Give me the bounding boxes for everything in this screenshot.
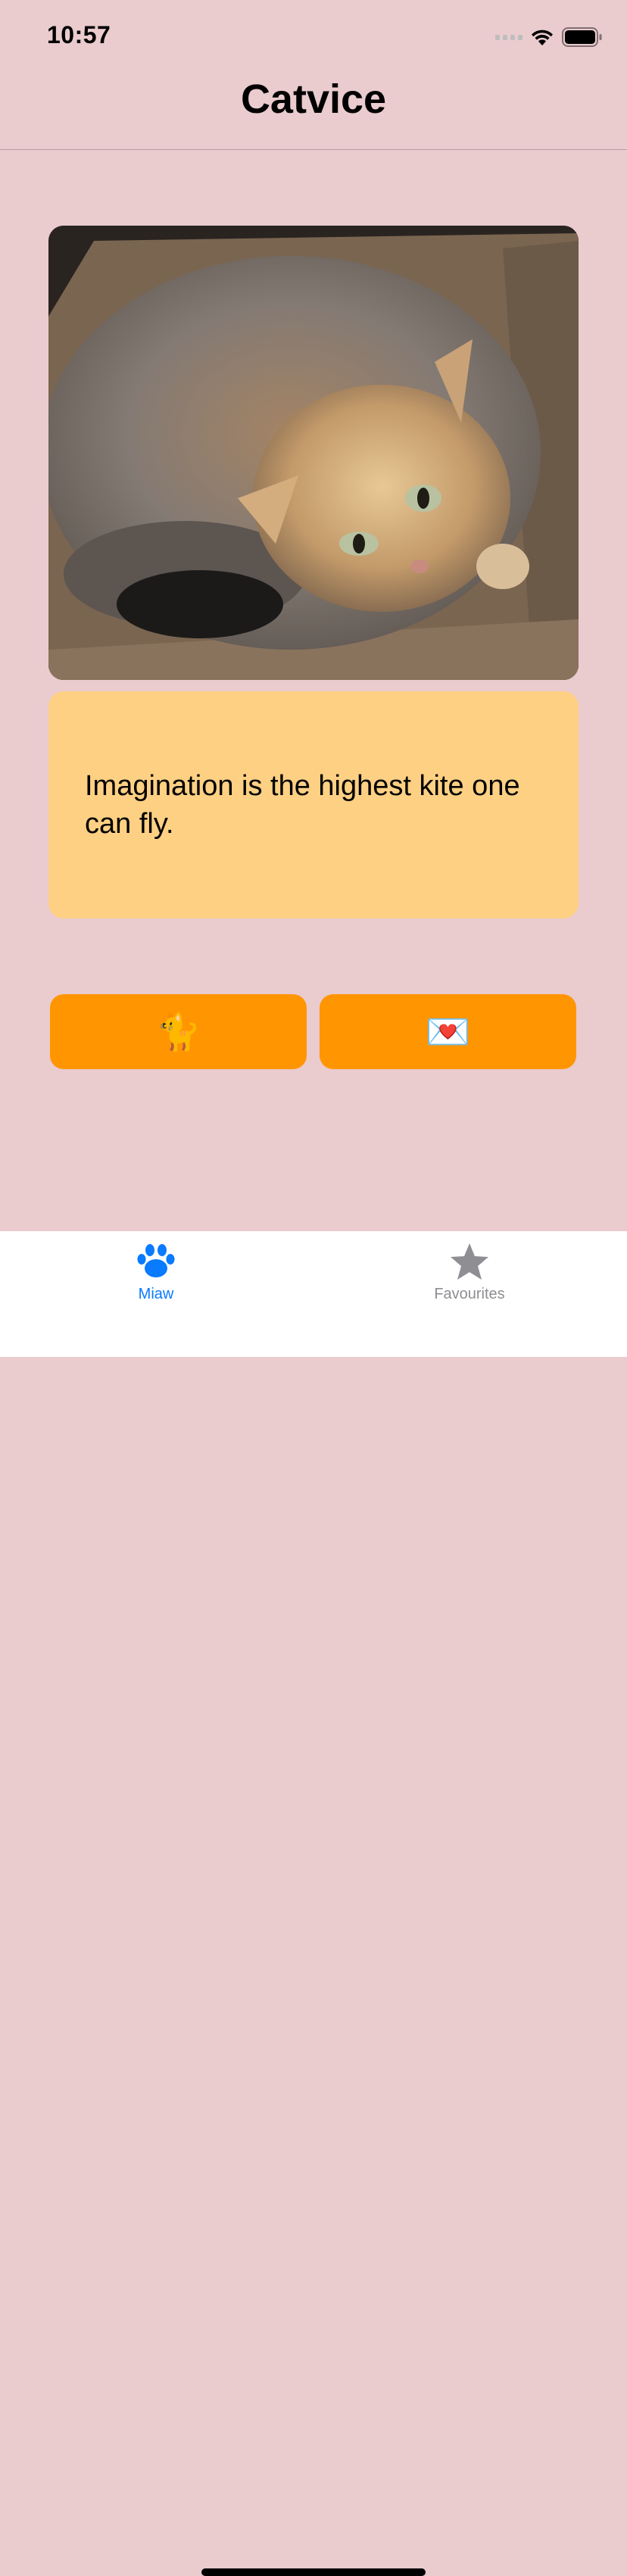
navigation-bar: Catvice bbox=[0, 73, 627, 150]
tab-miaw[interactable]: Miaw bbox=[80, 1231, 232, 1315]
new-cat-button[interactable]: 🐈 bbox=[50, 994, 307, 1069]
tab-favourites-label: Favourites bbox=[434, 1286, 505, 1302]
paw-icon bbox=[136, 1240, 176, 1283]
tab-bar: Miaw Favourites bbox=[0, 1231, 627, 2576]
love-letter-emoji-icon: 💌 bbox=[425, 1012, 471, 1053]
cat-emoji-icon: 🐈 bbox=[155, 1012, 201, 1053]
tab-favourites[interactable]: Favourites bbox=[394, 1231, 545, 1315]
advice-card: Imagination is the highest kite one can … bbox=[48, 691, 579, 918]
star-icon bbox=[449, 1240, 490, 1283]
cat-photo bbox=[48, 226, 579, 680]
wifi-icon bbox=[532, 30, 553, 45]
advice-text: Imagination is the highest kite one can … bbox=[85, 770, 520, 840]
battery-icon bbox=[562, 27, 602, 47]
page-title: Catvice bbox=[240, 76, 387, 122]
cellular-signal-icon bbox=[495, 34, 522, 40]
love-letter-button[interactable]: 💌 bbox=[320, 994, 576, 1069]
status-bar: 10:57 bbox=[0, 0, 627, 73]
status-time: 10:57 bbox=[47, 21, 111, 48]
home-indicator bbox=[201, 2568, 426, 2576]
tab-miaw-label: Miaw bbox=[138, 1286, 174, 1302]
status-icons bbox=[495, 27, 603, 47]
